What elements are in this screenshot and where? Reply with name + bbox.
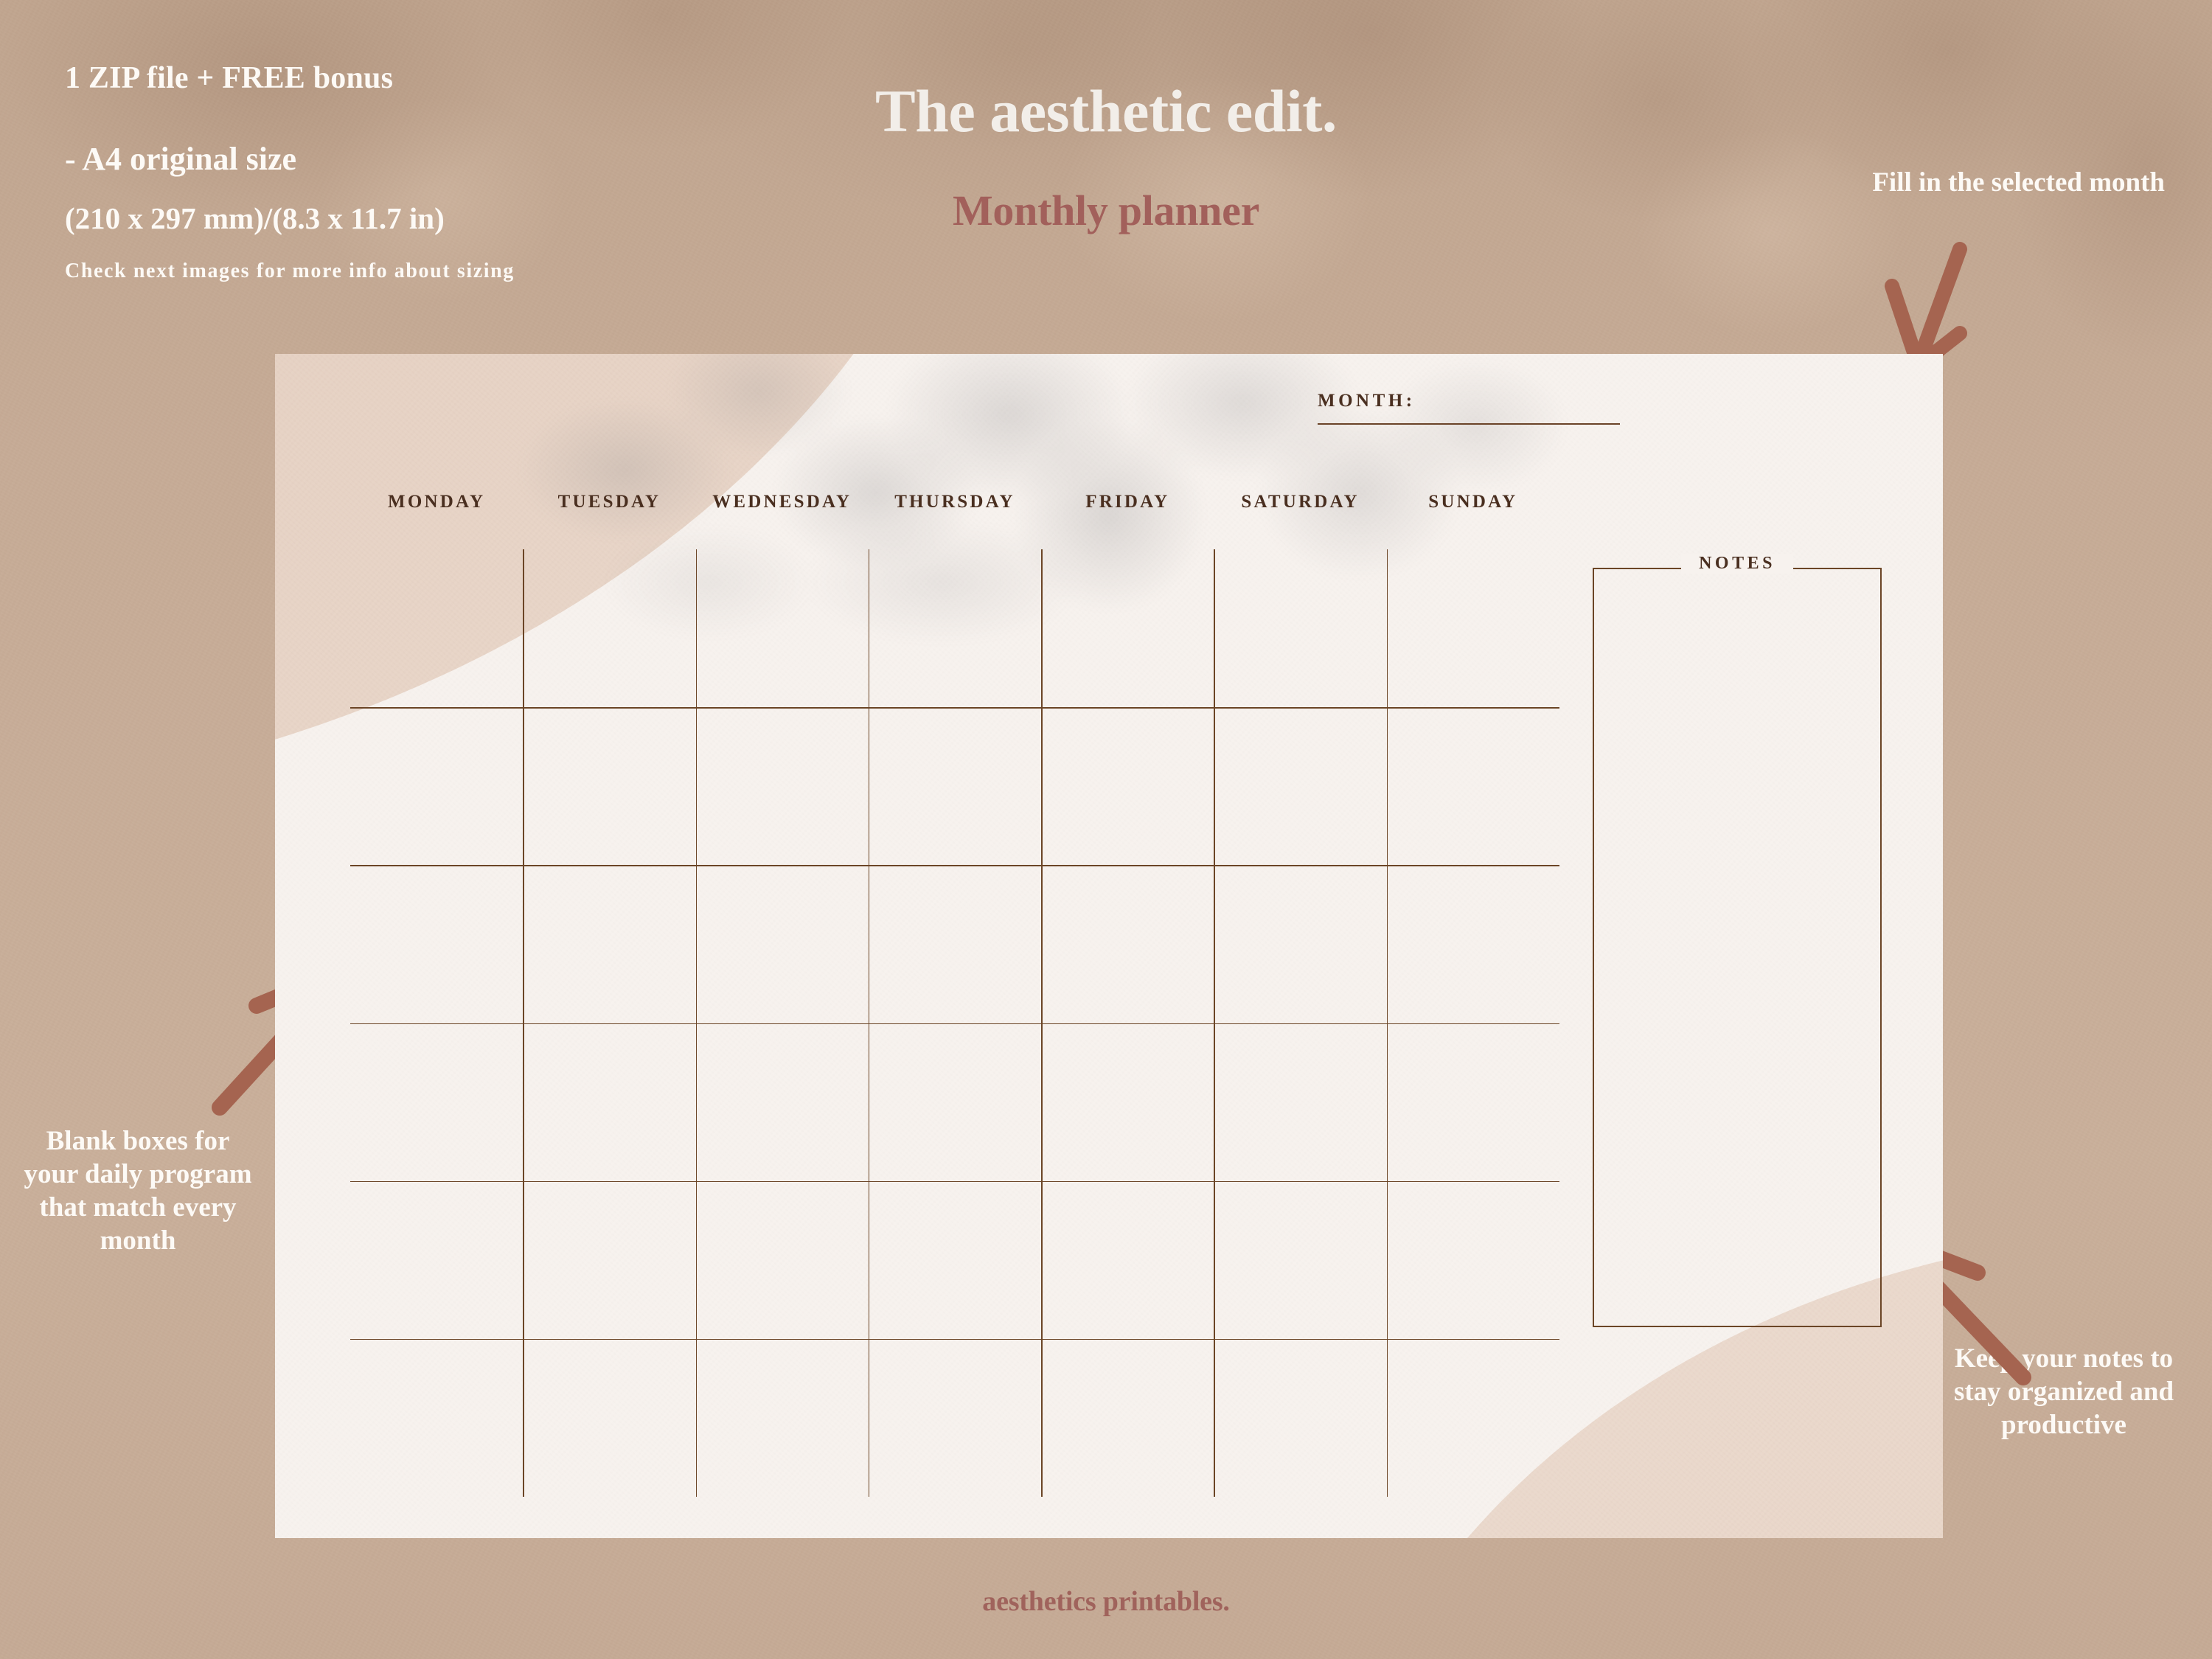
calendar-grid: MONDAY TUESDAY WEDNESDAY THURSDAY FRIDAY… [350, 492, 1559, 1497]
calendar-day-cell[interactable] [1041, 1181, 1214, 1339]
calendar-day-cell[interactable] [696, 1181, 869, 1339]
calendar-day-cell[interactable] [350, 1181, 523, 1339]
calendar-day-cell[interactable] [1041, 549, 1214, 707]
calendar-day-cell[interactable] [523, 1339, 695, 1497]
weekday-sunday: SUNDAY [1428, 492, 1518, 512]
weekday-saturday: SATURDAY [1241, 492, 1360, 512]
calendar-day-cell[interactable] [1387, 1023, 1559, 1181]
annotation-fill-month: Fill in the selected month [1872, 167, 2165, 198]
calendar-day-cell[interactable] [1214, 1023, 1386, 1181]
weekday-friday: FRIDAY [1085, 492, 1170, 512]
calendar-day-cell[interactable] [1214, 707, 1386, 865]
calendar-day-cell[interactable] [1214, 1181, 1386, 1339]
month-field[interactable]: MONTH: [1318, 391, 1620, 425]
calendar-day-cell[interactable] [696, 865, 869, 1023]
page-title: The aesthetic edit. [875, 77, 1337, 145]
calendar-day-cell[interactable] [1041, 1339, 1214, 1497]
notes-write-area[interactable] [1593, 568, 1882, 1327]
notes-label: NOTES [1681, 554, 1793, 574]
calendar-day-cell[interactable] [350, 549, 523, 707]
brand-footer: aesthetics printables. [982, 1586, 1230, 1617]
calendar-day-cell[interactable] [1387, 707, 1559, 865]
annotation-blank-boxes: Blank boxes for your daily program that … [24, 1126, 252, 1256]
calendar-day-cell[interactable] [1387, 865, 1559, 1023]
calendar-day-cell[interactable] [350, 707, 523, 865]
calendar-day-cell[interactable] [869, 707, 1041, 865]
calendar-day-cell[interactable] [696, 1023, 869, 1181]
calendar-day-cell[interactable] [869, 865, 1041, 1023]
calendar-day-cell[interactable] [523, 1023, 695, 1181]
weekday-tuesday: TUESDAY [557, 492, 661, 512]
calendar-day-cell[interactable] [523, 865, 695, 1023]
month-label: MONTH: [1318, 391, 1416, 411]
calendar-day-cell[interactable] [1041, 865, 1214, 1023]
calendar-day-cell[interactable] [523, 1181, 695, 1339]
calendar-day-cell[interactable] [696, 549, 869, 707]
calendar-day-cell[interactable] [1041, 1023, 1214, 1181]
calendar-day-cell[interactable] [350, 1023, 523, 1181]
calendar-day-cell[interactable] [696, 707, 869, 865]
calendar-day-cell[interactable] [523, 707, 695, 865]
calendar-day-cell[interactable] [696, 1339, 869, 1497]
calendar-day-cell[interactable] [1214, 549, 1386, 707]
calendar-day-cell[interactable] [1041, 707, 1214, 865]
notes-caption: NOTES [1593, 554, 1882, 574]
calendar-day-cell[interactable] [1387, 1181, 1559, 1339]
calendar-day-cell[interactable] [869, 549, 1041, 707]
weekday-header-row: MONDAY TUESDAY WEDNESDAY THURSDAY FRIDAY… [350, 492, 1559, 521]
calendar-day-cell[interactable] [523, 549, 695, 707]
month-write-line[interactable] [1318, 423, 1620, 425]
calendar-day-cell[interactable] [1387, 1339, 1559, 1497]
calendar-day-cell[interactable] [869, 1181, 1041, 1339]
calendar-day-cell[interactable] [350, 1339, 523, 1497]
weekday-thursday: THURSDAY [894, 492, 1015, 512]
calendar-day-cell[interactable] [869, 1023, 1041, 1181]
calendar-day-cell[interactable] [869, 1339, 1041, 1497]
promo-line-sizing-note: Check next images for more info about si… [65, 260, 515, 282]
notes-panel[interactable]: NOTES [1593, 554, 1882, 1327]
calendar-day-cell[interactable] [1387, 549, 1559, 707]
weekday-monday: MONDAY [388, 492, 486, 512]
calendar-day-cell[interactable] [1214, 865, 1386, 1023]
calendar-day-cell[interactable] [1214, 1339, 1386, 1497]
calendar-day-cell[interactable] [350, 865, 523, 1023]
weekday-wednesday: WEDNESDAY [712, 492, 852, 512]
